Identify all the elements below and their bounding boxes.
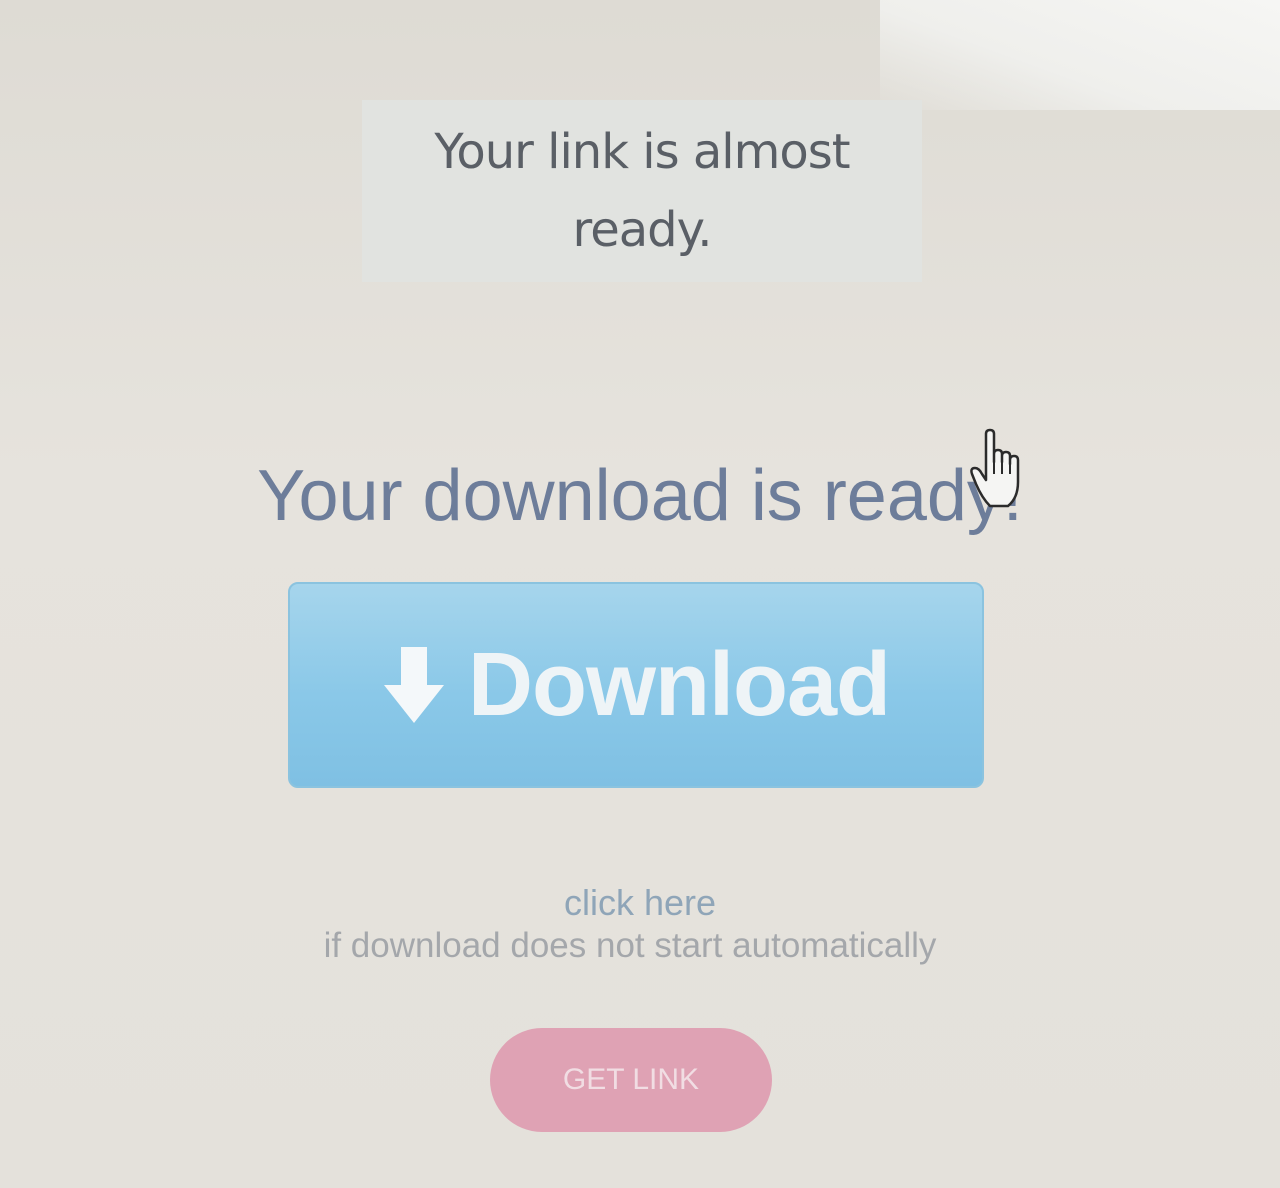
download-page: Your link is almost ready. Your download… xyxy=(0,0,1280,1188)
auto-download-note: if download does not start automatically xyxy=(323,926,937,965)
almost-ready-banner: Your link is almost ready. xyxy=(362,100,922,282)
get-link-button[interactable]: GET LINK xyxy=(490,1028,772,1132)
page-title: Your download is ready! xyxy=(257,456,1023,536)
get-link-button-label: GET LINK xyxy=(562,1063,700,1096)
click-here-link[interactable]: click here xyxy=(0,882,1280,924)
download-button[interactable]: Download xyxy=(288,582,984,788)
download-button-content: Download xyxy=(382,634,891,737)
almost-ready-text: Your link is almost ready. xyxy=(434,124,850,258)
hand-pointer-icon xyxy=(970,428,1020,508)
screen-glare xyxy=(880,0,1280,110)
arrow-down-icon xyxy=(384,647,445,723)
download-button-label: Download xyxy=(468,634,891,735)
